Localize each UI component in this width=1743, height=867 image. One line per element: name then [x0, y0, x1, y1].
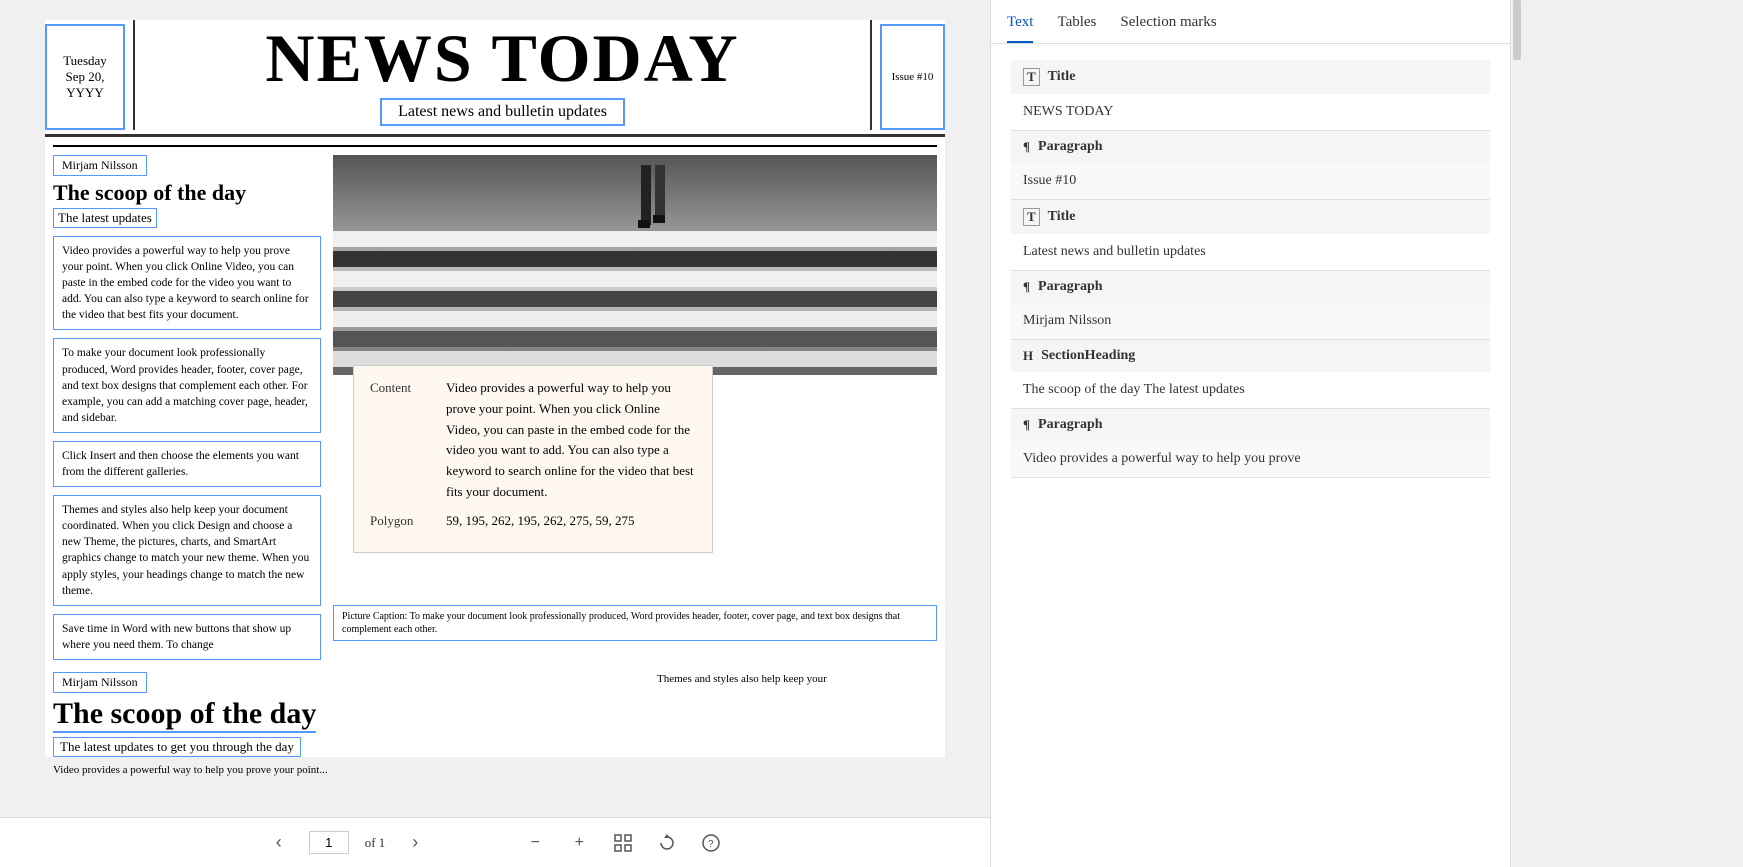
date-line3: YYYY: [55, 85, 115, 101]
tab-selection-marks[interactable]: Selection marks: [1120, 0, 1216, 43]
tab-tables[interactable]: Tables: [1057, 0, 1096, 43]
right-scrollbar[interactable]: [1510, 0, 1522, 867]
tooltip-box: Content Video provides a powerful way to…: [353, 365, 713, 553]
date-line2: Sep 20,: [55, 69, 115, 85]
panel-section-0: T Title NEWS TODAY: [1011, 60, 1490, 131]
text-block-4: Themes and styles also help keep your do…: [53, 495, 321, 606]
panel-section-header-0: T Title: [1011, 60, 1490, 94]
page-of-label: of 1: [365, 835, 386, 851]
panel-section-header-3: ¶ Paragraph: [1011, 271, 1490, 303]
scrollbar-thumb: [1513, 0, 1521, 60]
document-viewer: Tuesday Sep 20, YYYY NEWS TODAY Latest n…: [0, 0, 990, 867]
tooltip-polygon-label: Polygon: [370, 511, 430, 532]
rotate-icon: [658, 834, 676, 852]
text-block-2: To make your document look professionall…: [53, 338, 321, 432]
news-content-first: Mirjam Nilsson The scoop of the day The …: [45, 155, 945, 668]
fit-icon: [614, 834, 632, 852]
panel-section-2: T Title Latest news and bulletin updates: [1011, 200, 1490, 271]
main-column: Content Video provides a powerful way to…: [333, 155, 937, 668]
text-block-3: Click Insert and then choose the element…: [53, 441, 321, 487]
main-title: NEWS TODAY: [265, 24, 739, 92]
panel-section-header-5: ¶ Paragraph: [1011, 409, 1490, 441]
panel-content[interactable]: T Title NEWS TODAY ¶ Paragraph Issue #10…: [991, 44, 1510, 867]
section-icon-1: ¶: [1023, 139, 1030, 155]
title-area: NEWS TODAY Latest news and bulletin upda…: [133, 20, 872, 130]
panel-section-content-5: Video provides a powerful way to help yo…: [1011, 441, 1490, 477]
zoom-out-button[interactable]: −: [521, 829, 549, 857]
panel-section-content-3: Mirjam Nilsson: [1011, 303, 1490, 339]
issue-box: Issue #10: [880, 24, 945, 130]
panel-section-content-2: Latest news and bulletin updates: [1011, 234, 1490, 270]
author-tag-2: Mirjam Nilsson: [53, 672, 147, 693]
section-type-3: Paragraph: [1038, 279, 1103, 295]
section-icon-2: T: [1023, 208, 1040, 226]
subtitle-box: Latest news and bulletin updates: [380, 98, 625, 126]
page-number-input[interactable]: [309, 831, 349, 854]
section-icon-0: T: [1023, 68, 1040, 86]
second-right-text: Themes and styles also help keep your: [657, 672, 937, 687]
left-column: Mirjam Nilsson The scoop of the day The …: [53, 155, 333, 668]
panel-section-4: H SectionHeading The scoop of the day Th…: [1011, 340, 1490, 409]
second-article: Mirjam Nilsson The scoop of the day The …: [45, 672, 945, 778]
help-button[interactable]: ?: [697, 829, 725, 857]
tooltip-content-row: Content Video provides a powerful way to…: [370, 378, 696, 503]
cutoff-text: Video provides a powerful way to help yo…: [53, 763, 645, 778]
panel-tabs: Text Tables Selection marks: [991, 0, 1510, 44]
panel-section-3: ¶ Paragraph Mirjam Nilsson: [1011, 271, 1490, 340]
newspaper-page: Tuesday Sep 20, YYYY NEWS TODAY Latest n…: [45, 20, 945, 757]
rotate-button[interactable]: [653, 829, 681, 857]
section-icon-4: H: [1023, 348, 1033, 364]
prev-page-button[interactable]: ‹: [265, 829, 293, 857]
tooltip-polygon-row: Polygon 59, 195, 262, 195, 262, 275, 59,…: [370, 511, 696, 532]
section-type-5: Paragraph: [1038, 417, 1103, 433]
section-sub-2: The latest updates to get you through th…: [53, 737, 301, 757]
panel-section-header-4: H SectionHeading: [1011, 340, 1490, 372]
text-block-1: Video provides a powerful way to help yo…: [53, 236, 321, 330]
next-page-button[interactable]: ›: [401, 829, 429, 857]
news-image: [333, 155, 937, 375]
section-icon-5: ¶: [1023, 417, 1030, 433]
zoom-in-button[interactable]: +: [565, 829, 593, 857]
tooltip-content-label: Content: [370, 378, 430, 503]
date-box: Tuesday Sep 20, YYYY: [45, 24, 125, 130]
section-heading-1: The scoop of the day: [53, 180, 321, 206]
panel-section-header-1: ¶ Paragraph: [1011, 131, 1490, 163]
bottom-toolbar: ‹ of 1 › − + ?: [0, 817, 990, 867]
section-sub-1: The latest updates: [53, 208, 157, 228]
panel-section-1: ¶ Paragraph Issue #10: [1011, 131, 1490, 200]
fit-button[interactable]: [609, 829, 637, 857]
tooltip-polygon-text: 59, 195, 262, 195, 262, 275, 59, 275: [446, 511, 696, 532]
section-type-2: Title: [1048, 209, 1076, 225]
author-tag-1: Mirjam Nilsson: [53, 155, 147, 176]
panel-section-content-1: Issue #10: [1011, 163, 1490, 199]
panel-section-5: ¶ Paragraph Video provides a powerful wa…: [1011, 409, 1490, 478]
help-icon: ?: [702, 834, 720, 852]
section-icon-3: ¶: [1023, 279, 1030, 295]
caption-box: Picture Caption: To make your document l…: [333, 605, 937, 641]
text-block-5: Save time in Word with new buttons that …: [53, 614, 321, 660]
newspaper-header: Tuesday Sep 20, YYYY NEWS TODAY Latest n…: [45, 20, 945, 137]
date-line1: Tuesday: [55, 53, 115, 69]
panel-section-content-0: NEWS TODAY: [1011, 94, 1490, 130]
second-article-left: Mirjam Nilsson The scoop of the day The …: [53, 672, 645, 778]
section-type-0: Title: [1048, 69, 1076, 85]
tooltip-content-text: Video provides a powerful way to help yo…: [446, 378, 696, 503]
panel-section-content-4: The scoop of the day The latest updates: [1011, 372, 1490, 408]
section-heading-2: The scoop of the day: [53, 697, 316, 733]
right-panel-wrapper: Text Tables Selection marks T Title NEWS…: [990, 0, 1743, 867]
section-type-1: Paragraph: [1038, 139, 1103, 155]
panel-section-header-2: T Title: [1011, 200, 1490, 234]
section-type-4: SectionHeading: [1041, 348, 1135, 364]
second-article-right: Themes and styles also help keep your: [657, 672, 937, 778]
tab-text[interactable]: Text: [1007, 0, 1033, 43]
right-panel: Text Tables Selection marks T Title NEWS…: [990, 0, 1510, 867]
svg-text:?: ?: [708, 839, 714, 850]
doc-scroll-area[interactable]: Tuesday Sep 20, YYYY NEWS TODAY Latest n…: [0, 0, 990, 817]
